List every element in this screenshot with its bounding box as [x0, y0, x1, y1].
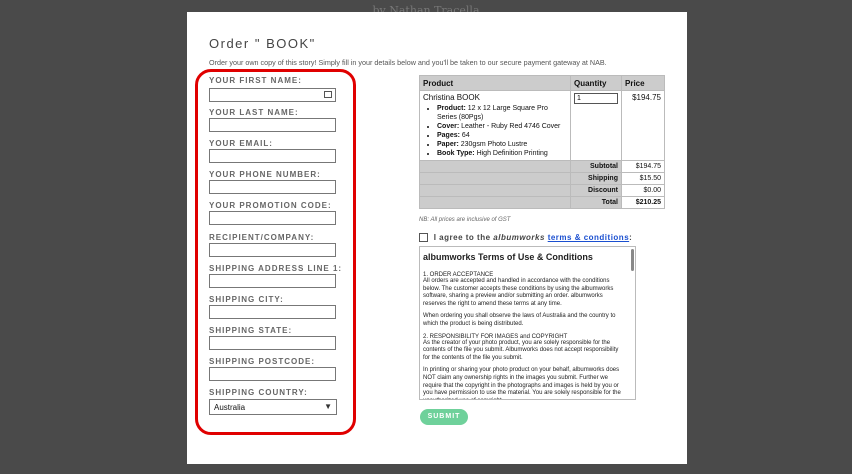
contact-card-icon[interactable] [324, 91, 332, 98]
total-value: $210.25 [621, 196, 665, 209]
terms-paragraph: As the creator of your photo product, yo… [423, 339, 619, 361]
list-item: Book Type: High Definition Printing [437, 149, 567, 158]
quantity-cell [570, 90, 622, 161]
list-item: Product: 12 x 12 Large Square Pro Series… [437, 104, 567, 122]
product-details-list: Product: 12 x 12 Large Square Pro Series… [423, 104, 567, 158]
terms-paragraph: When ordering you shall observe the laws… [423, 313, 616, 327]
postcode-label: SHIPPING POSTCODE: [209, 357, 316, 366]
address-label: SHIPPING ADDRESS LINE 1: [209, 264, 343, 273]
list-item: Paper: 230gsm Photo Lustre [437, 140, 567, 149]
terms-paragraph: All orders are accepted and handled in a… [423, 278, 614, 307]
total-label: Total [570, 196, 622, 209]
city-input[interactable] [209, 305, 336, 319]
recipient-input[interactable] [209, 243, 336, 257]
col-header-product: Product [419, 75, 571, 91]
last-name-input[interactable] [209, 118, 336, 132]
promo-label: YOUR PROMOTION CODE: [209, 201, 332, 210]
col-header-quantity: Quantity [570, 75, 622, 91]
terms-box[interactable]: albumworks Terms of Use & Conditions 1. … [419, 246, 636, 400]
terms-title: albumworks Terms of Use & Conditions [423, 252, 593, 262]
subtotal-value: $194.75 [621, 160, 665, 173]
terms-scrollbar[interactable] [631, 249, 634, 271]
agree-brand: albumworks [493, 233, 545, 242]
product-cell: Christina BOOK Product: 12 x 12 Large Sq… [419, 90, 571, 161]
email-input[interactable] [209, 149, 336, 163]
recipient-label: RECIPIENT/COMPANY: [209, 233, 315, 242]
order-summary-table: Product Quantity Price Christina BOOK Pr… [419, 75, 665, 209]
col-header-price: Price [621, 75, 665, 91]
state-label: SHIPPING STATE: [209, 326, 293, 335]
quantity-input[interactable] [574, 93, 618, 104]
promo-input[interactable] [209, 211, 336, 225]
postcode-input[interactable] [209, 367, 336, 381]
country-select[interactable]: Australia ▼ [209, 399, 337, 415]
modal-title: Order " BOOK" [209, 36, 316, 51]
list-item: Cover: Leather - Ruby Red 4746 Cover [437, 122, 567, 131]
gst-note: NB: All prices are inclusive of GST [419, 217, 511, 223]
subtotal-label: Subtotal [570, 160, 622, 173]
order-modal: Order " BOOK" Order your own copy of thi… [187, 12, 687, 464]
chevron-down-icon: ▼ [324, 402, 332, 411]
price-cell: $194.75 [621, 90, 665, 161]
phone-label: YOUR PHONE NUMBER: [209, 170, 321, 179]
shipping-value: $15.50 [621, 172, 665, 185]
agree-text: I agree to the [433, 233, 491, 242]
discount-value: $0.00 [621, 184, 665, 197]
submit-button[interactable]: SUBMIT [420, 409, 468, 425]
terms-link[interactable]: terms & conditions [548, 233, 629, 242]
last-name-label: YOUR LAST NAME: [209, 108, 299, 117]
address-input[interactable] [209, 274, 336, 288]
agree-checkbox[interactable] [419, 233, 428, 243]
shipping-label: Shipping [570, 172, 622, 185]
email-label: YOUR EMAIL: [209, 139, 273, 148]
product-name: Christina BOOK [423, 93, 480, 102]
city-label: SHIPPING CITY: [209, 295, 284, 304]
first-name-input[interactable] [209, 88, 336, 102]
discount-label: Discount [570, 184, 622, 197]
list-item: Pages: 64 [437, 131, 567, 140]
terms-paragraph: In printing or sharing your photo produc… [423, 367, 621, 399]
country-select-value: Australia [214, 403, 246, 412]
agree-row: I agree to the albumworks terms & condit… [419, 233, 632, 243]
country-label: SHIPPING COUNTRY: [209, 388, 308, 397]
modal-subtitle: Order your own copy of this story! Simpl… [209, 58, 607, 67]
first-name-label: YOUR FIRST NAME: [209, 76, 302, 85]
state-input[interactable] [209, 336, 336, 350]
phone-input[interactable] [209, 180, 336, 194]
